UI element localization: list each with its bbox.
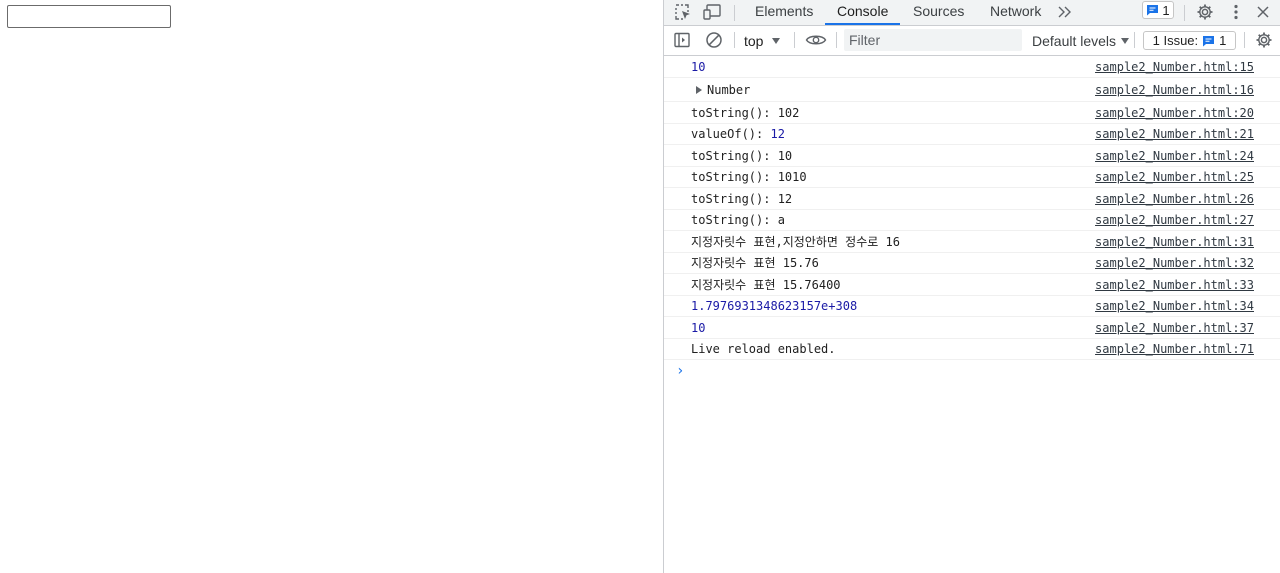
- log-message: toString(): 1010: [691, 170, 807, 184]
- log-levels-dropdown[interactable]: Default levels: [1032, 32, 1130, 50]
- log-source-link[interactable]: sample2_Number.html:15: [1095, 60, 1254, 75]
- log-source-link[interactable]: sample2_Number.html:31: [1095, 235, 1254, 250]
- console-log-row: 지정자릿수 표현,지정안하면 정수로 16 sample2_Number.html…: [664, 231, 1280, 253]
- console-log-row: toString(): 12 sample2_Number.html:26: [664, 188, 1280, 210]
- dropdown-triangle-icon: [772, 38, 781, 44]
- console-log-row: 10 sample2_Number.html:15: [664, 56, 1280, 78]
- log-source-link[interactable]: sample2_Number.html:33: [1095, 278, 1254, 293]
- log-message-text: valueOf():: [691, 127, 771, 141]
- console-prompt[interactable]: ›: [664, 364, 1280, 382]
- devtools-tab-bar: Elements Console Sources Network 1: [664, 0, 1280, 26]
- log-message: toString(): 10: [691, 149, 793, 163]
- toolbar-divider: [836, 32, 837, 48]
- inspect-element-icon[interactable]: [671, 1, 695, 23]
- toolbar-divider: [734, 32, 735, 48]
- console-log-row: 지정자릿수 표현 15.76400 sample2_Number.html:33: [664, 274, 1280, 296]
- prompt-chevron-icon: ›: [676, 363, 685, 379]
- log-levels-label: Default levels: [1032, 33, 1117, 49]
- console-log-row: toString(): 10 sample2_Number.html:24: [664, 145, 1280, 167]
- log-object[interactable]: Number: [691, 83, 750, 98]
- log-message: toString(): a: [691, 213, 785, 227]
- console-log-row: valueOf(): 12 sample2_Number.html:21: [664, 124, 1280, 145]
- log-source-link[interactable]: sample2_Number.html:27: [1095, 213, 1254, 228]
- context-selector-label: top: [744, 33, 764, 49]
- message-icon: [1146, 4, 1159, 16]
- log-message: valueOf(): 12: [691, 127, 785, 142]
- issues-button[interactable]: 1 Issue: 1: [1143, 31, 1236, 50]
- tab-console[interactable]: Console: [825, 0, 901, 25]
- tab-network[interactable]: Network: [990, 0, 1041, 25]
- log-object-label: Number: [707, 83, 751, 97]
- console-log-row: 1.7976931348623157e+308 sample2_Number.ht…: [664, 296, 1280, 317]
- log-source-link[interactable]: sample2_Number.html:25: [1095, 170, 1254, 185]
- console-settings-gear-icon[interactable]: [1252, 29, 1276, 51]
- toolbar-divider: [1134, 32, 1135, 48]
- log-message: toString(): 12: [691, 192, 793, 206]
- sidebar-toggle-icon[interactable]: [670, 29, 694, 51]
- live-expression-eye-icon[interactable]: [804, 29, 828, 51]
- log-source-link[interactable]: sample2_Number.html:32: [1095, 256, 1254, 271]
- more-options-kebab-icon[interactable]: [1224, 1, 1248, 23]
- log-source-link[interactable]: sample2_Number.html:34: [1095, 299, 1254, 314]
- log-source-link[interactable]: sample2_Number.html:26: [1095, 192, 1254, 207]
- log-message: 10: [691, 60, 706, 74]
- devtools-panel: Elements Console Sources Network 1 top F…: [663, 0, 1280, 573]
- toolbar-divider: [1184, 5, 1185, 21]
- log-message-value: 12: [770, 127, 785, 141]
- tab-elements[interactable]: Elements: [755, 0, 813, 25]
- log-source-link[interactable]: sample2_Number.html:16: [1095, 83, 1254, 98]
- log-source-link[interactable]: sample2_Number.html:24: [1095, 149, 1254, 164]
- console-filter-input[interactable]: [844, 29, 1022, 51]
- log-message: 지정자릿수 표현 15.76400: [691, 278, 841, 292]
- console-log-row: toString(): 102 sample2_Number.html:20: [664, 102, 1280, 124]
- context-selector[interactable]: top: [744, 32, 781, 50]
- log-message: Live reload enabled.: [691, 342, 836, 356]
- console-log-row: toString(): a sample2_Number.html:27: [664, 210, 1280, 231]
- issues-label: 1 Issue:: [1152, 33, 1199, 48]
- log-message: 지정자릿수 표현 15.76: [691, 256, 819, 270]
- log-message: 지정자릿수 표현,지정안하면 정수로 16: [691, 235, 900, 249]
- expand-triangle-icon[interactable]: [696, 86, 702, 94]
- page-viewport: [0, 0, 663, 573]
- console-log-row: toString(): 1010 sample2_Number.html:25: [664, 167, 1280, 188]
- console-messages: 10 sample2_Number.html:15 Number sample2_Nu…: [664, 56, 1280, 360]
- message-icon: [1202, 35, 1215, 47]
- page-text-input[interactable]: [7, 5, 171, 28]
- tab-sources[interactable]: Sources: [913, 0, 964, 25]
- log-message: 10: [691, 321, 706, 335]
- close-icon[interactable]: [1251, 1, 1275, 23]
- log-source-link[interactable]: sample2_Number.html:21: [1095, 127, 1254, 142]
- console-log-row: 지정자릿수 표현 15.76 sample2_Number.html:32: [664, 253, 1280, 274]
- console-log-row: 10 sample2_Number.html:37: [664, 317, 1280, 339]
- console-toolbar: top Default levels 1 Issue: 1: [664, 26, 1280, 56]
- log-source-link[interactable]: sample2_Number.html:20: [1095, 106, 1254, 121]
- toolbar-divider: [734, 5, 735, 21]
- clear-console-icon[interactable]: [702, 29, 726, 51]
- toolbar-divider: [794, 32, 795, 48]
- console-log-row: Live reload enabled. sample2_Number.html:…: [664, 339, 1280, 360]
- log-message: 1.7976931348623157e+308: [691, 299, 858, 313]
- console-log-row: Number sample2_Number.html:16: [664, 78, 1280, 102]
- log-source-link[interactable]: sample2_Number.html:71: [1095, 342, 1254, 357]
- log-message: toString(): 102: [691, 106, 800, 120]
- device-toolbar-icon[interactable]: [701, 1, 725, 23]
- settings-gear-icon[interactable]: [1193, 1, 1217, 23]
- more-tabs-chevron-icon[interactable]: [1053, 1, 1077, 23]
- messages-count: 1: [1162, 2, 1170, 18]
- issues-count: 1: [1219, 33, 1227, 48]
- messages-badge[interactable]: 1: [1142, 1, 1174, 19]
- dropdown-triangle-icon: [1121, 38, 1130, 44]
- toolbar-divider: [1244, 32, 1245, 48]
- log-source-link[interactable]: sample2_Number.html:37: [1095, 321, 1254, 336]
